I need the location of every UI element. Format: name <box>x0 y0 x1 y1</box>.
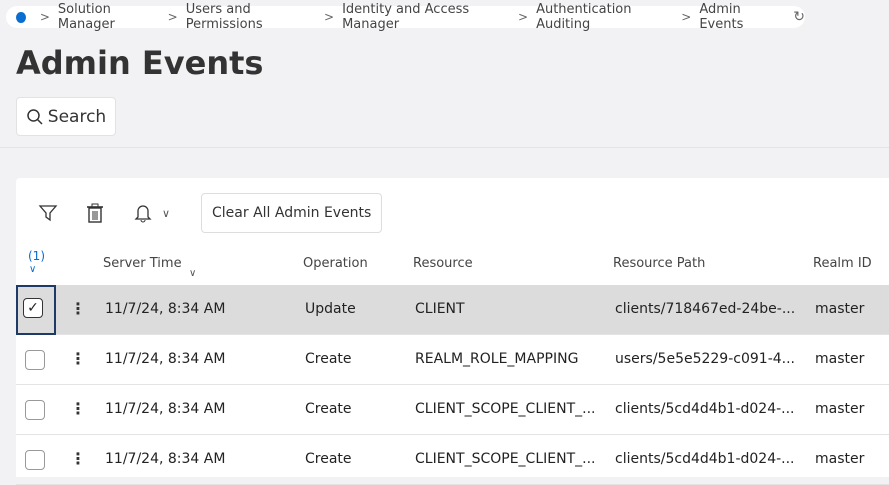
clear-all-admin-events-button[interactable]: Clear All Admin Events <box>201 193 383 233</box>
filter-button[interactable] <box>38 193 58 233</box>
chevron-right-icon: > <box>167 10 178 24</box>
cell-resource-path: clients/718467ed-24be-... <box>615 301 796 317</box>
breadcrumb-item[interactable]: Users and Permissions <box>186 2 316 32</box>
table-header: (1) ∨ Server Time ∨ Operation Resource R… <box>16 249 889 285</box>
column-resource[interactable]: Resource <box>413 256 473 271</box>
cell-resource-path: clients/5cd4d4b1-d024-... <box>615 401 795 417</box>
breadcrumb-item[interactable]: Authentication Auditing <box>536 2 673 32</box>
search-icon <box>27 108 43 125</box>
column-server-time[interactable]: Server Time <box>103 256 182 271</box>
breadcrumb: > Solution Manager > Users and Permissio… <box>6 2 805 32</box>
cell-server-time: 11/7/24, 8:34 AM <box>105 401 226 417</box>
table-row[interactable]: ⋮ 11/7/24, 8:34 AM Create CLIENT_SCOPE_C… <box>16 385 889 435</box>
cell-resource: CLIENT_SCOPE_CLIENT_... <box>415 451 596 467</box>
table-row[interactable]: ✓ ⋮ 11/7/24, 8:34 AM Update CLIENT clien… <box>16 285 889 335</box>
more-options-icon[interactable]: ⋮ <box>70 399 86 418</box>
cell-resource-path: clients/5cd4d4b1-d024-... <box>615 451 795 467</box>
cell-operation: Create <box>305 401 352 417</box>
home-icon[interactable] <box>16 11 26 23</box>
trash-icon <box>87 203 103 223</box>
chevron-right-icon: > <box>681 10 692 24</box>
column-resource-path[interactable]: Resource Path <box>613 256 705 271</box>
table-row[interactable]: ⋮ 11/7/24, 8:34 AM Create REALM_ROLE_MAP… <box>16 335 889 385</box>
chevron-right-icon: > <box>518 10 529 24</box>
more-options-icon[interactable]: ⋮ <box>70 349 86 368</box>
events-table-card: ∨ Clear All Admin Events (1) ∨ Server Ti… <box>16 178 889 485</box>
chevron-right-icon: > <box>324 10 335 24</box>
notifications-dropdown[interactable]: ∨ <box>134 193 170 233</box>
cell-resource: CLIENT_SCOPE_CLIENT_... <box>415 401 596 417</box>
select-all-chevron-icon[interactable]: ∨ <box>29 264 36 275</box>
cell-realm-id: master <box>815 301 865 317</box>
sort-desc-icon[interactable]: ∨ <box>189 268 196 279</box>
row-checkbox[interactable]: ✓ <box>23 298 43 318</box>
search-label: Search <box>47 106 107 127</box>
cell-resource-path: users/5e5e5229-c091-4... <box>615 351 795 367</box>
cell-realm-id: master <box>815 401 865 417</box>
cell-server-time: 11/7/24, 8:34 AM <box>105 451 226 467</box>
cell-realm-id: master <box>815 451 865 467</box>
cell-operation: Create <box>305 351 352 367</box>
cell-operation: Create <box>305 451 352 467</box>
filter-icon <box>38 205 58 222</box>
cell-resource: CLIENT <box>415 301 465 317</box>
row-checkbox[interactable] <box>25 400 45 420</box>
row-checkbox[interactable] <box>25 450 45 470</box>
breadcrumb-current: Admin Events <box>699 2 744 32</box>
divider <box>0 147 889 148</box>
cell-realm-id: master <box>815 351 865 367</box>
chevron-down-icon: ∨ <box>162 206 171 220</box>
bell-icon <box>134 205 152 223</box>
chevron-right-icon: > <box>39 10 50 24</box>
cell-resource: REALM_ROLE_MAPPING <box>415 351 579 367</box>
more-options-icon[interactable]: ⋮ <box>70 299 86 318</box>
refresh-icon[interactable]: ↻ <box>793 9 805 25</box>
cell-server-time: 11/7/24, 8:34 AM <box>105 351 226 367</box>
breadcrumb-item[interactable]: Identity and Access Manager <box>342 2 510 32</box>
column-operation[interactable]: Operation <box>303 256 368 271</box>
row-checkbox[interactable] <box>25 350 45 370</box>
check-icon: ✓ <box>27 300 39 316</box>
delete-button[interactable] <box>86 193 104 233</box>
more-options-icon[interactable]: ⋮ <box>70 449 86 468</box>
cell-operation: Update <box>305 301 356 317</box>
breadcrumb-item[interactable]: Solution Manager <box>58 2 160 32</box>
cell-server-time: 11/7/24, 8:34 AM <box>105 301 226 317</box>
search-button[interactable]: Search <box>16 97 116 136</box>
selected-count: (1) <box>28 249 45 263</box>
column-realm-id[interactable]: Realm ID <box>813 256 872 271</box>
table-row[interactable]: ⋮ 11/7/24, 8:34 AM Create CLIENT_SCOPE_C… <box>16 435 889 485</box>
page-title: Admin Events <box>16 44 264 82</box>
